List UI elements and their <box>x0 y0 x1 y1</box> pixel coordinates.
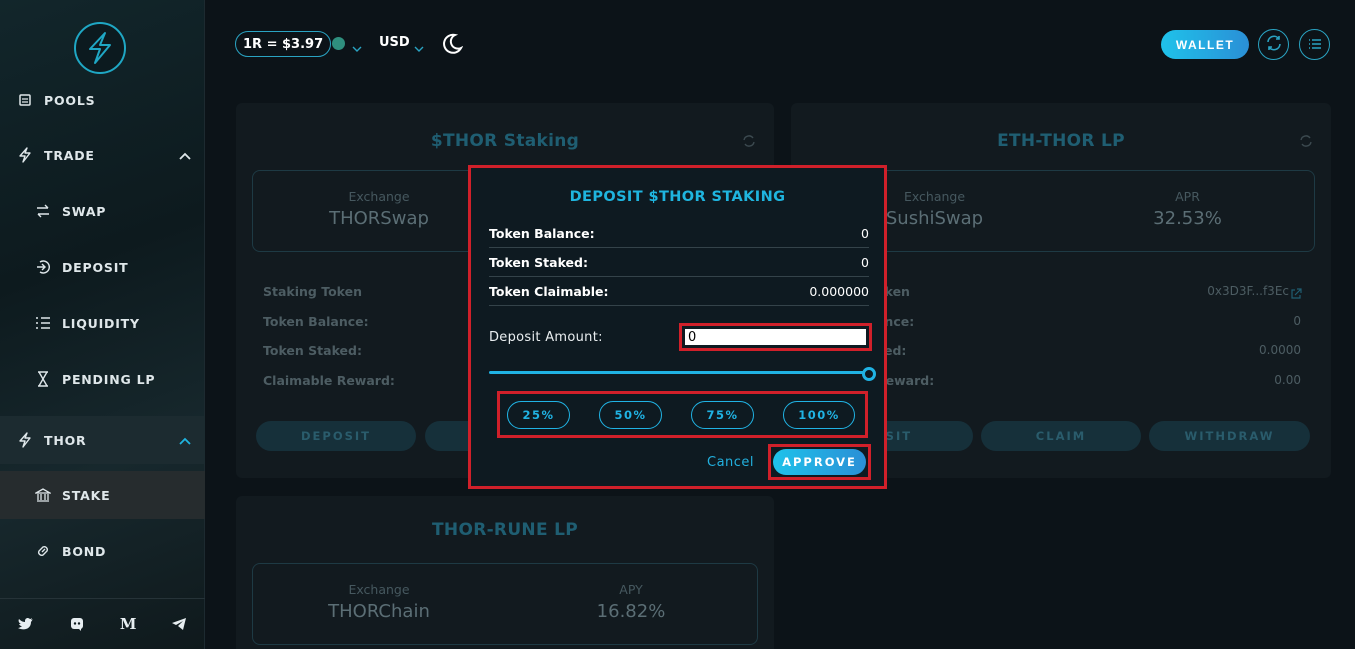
cancel-button[interactable]: Cancel <box>707 455 754 470</box>
lightning-icon <box>16 431 34 449</box>
deposit-slider-track[interactable] <box>489 371 867 374</box>
sidebar-item-deposit[interactable]: DEPOSIT <box>0 243 205 291</box>
row-value: 0 <box>1293 314 1301 328</box>
sidebar-item-label: LIQUIDITY <box>62 315 140 331</box>
medium-icon[interactable]: M <box>119 615 137 633</box>
row-label: Staking Token <box>263 284 363 299</box>
row-value: 0.0000 <box>1259 343 1301 357</box>
sidebar-item-label: STAKE <box>62 487 111 503</box>
exchange-label: Exchange <box>348 582 410 597</box>
card-title: THOR-RUNE LP <box>432 520 578 540</box>
chevron-up-icon <box>179 433 191 448</box>
lightning-icon <box>16 146 34 164</box>
modal-title: DEPOSIT $THOR STAKING <box>569 189 786 205</box>
sidebar-item-label: TRADE <box>44 147 95 163</box>
approve-highlight: APPROVE <box>768 444 871 480</box>
sidebar-item-pending-lp[interactable]: PENDING LP <box>0 355 205 403</box>
sidebar-item-label: POOLS <box>44 92 96 108</box>
swap-icon <box>34 202 52 220</box>
chevron-up-icon <box>179 148 191 163</box>
deposit-icon <box>34 258 52 276</box>
refresh-icon[interactable] <box>742 133 756 152</box>
sidebar-item-thor[interactable]: THOR <box>0 416 205 464</box>
external-link-icon[interactable] <box>1290 285 1302 304</box>
percent-100-button[interactable]: 100% <box>783 401 855 429</box>
social-links: M <box>0 598 205 649</box>
deposit-modal: DEPOSIT $THOR STAKING Token Balance: 0 T… <box>468 165 887 489</box>
refresh-button[interactable] <box>1258 29 1289 60</box>
row-label: Token Claimable: <box>489 283 609 299</box>
token-balance-row: Token Balance: 0 <box>489 219 869 248</box>
percent-75-button[interactable]: 75% <box>691 401 754 429</box>
rune-price-badge[interactable]: 1R = $3.97 <box>235 31 332 57</box>
deposit-amount-label: Deposit Amount: <box>489 330 603 345</box>
chevron-down-icon[interactable] <box>414 38 424 57</box>
apr-column: APR 32.53% <box>1061 189 1314 229</box>
row-value: 0.00 <box>1274 373 1301 387</box>
hourglass-icon <box>34 370 52 388</box>
row-value: 0.000000 <box>809 283 869 299</box>
apy-label: APY <box>619 582 643 597</box>
withdraw-button[interactable]: WITHDRAW <box>1149 421 1310 451</box>
sidebar-item-trade[interactable]: TRADE <box>0 131 205 179</box>
sidebar-item-label: THOR <box>44 432 87 448</box>
list-icon <box>34 314 52 332</box>
apy-column: APY 16.82% <box>505 582 757 622</box>
link-icon <box>34 542 52 560</box>
approve-button[interactable]: APPROVE <box>773 449 866 475</box>
apr-label: APR <box>1175 189 1200 204</box>
deposit-amount-highlight <box>679 323 872 351</box>
row-label: Token Balance: <box>489 225 595 241</box>
token-claimable-row: Token Claimable: 0.000000 <box>489 277 869 306</box>
menu-list-icon <box>1308 35 1322 54</box>
sidebar-item-liquidity[interactable]: LIQUIDITY <box>0 299 205 347</box>
telegram-icon[interactable] <box>170 615 188 633</box>
thor-rune-lp-card: THOR-RUNE LP Exchange THORChain APY 16.8… <box>236 496 774 649</box>
menu-button[interactable] <box>1299 29 1330 60</box>
network-status-dot[interactable] <box>332 37 345 50</box>
deposit-amount-input[interactable] <box>685 329 866 345</box>
currency-selector[interactable]: USD <box>379 35 410 50</box>
sidebar-item-swap[interactable]: SWAP <box>0 187 205 235</box>
wallet-button[interactable]: WALLET <box>1161 30 1249 59</box>
apr-value: 32.53% <box>1153 208 1222 229</box>
row-value: 0 <box>861 254 869 270</box>
percent-50-button[interactable]: 50% <box>599 401 662 429</box>
discord-icon[interactable] <box>68 615 86 633</box>
apy-value: 16.82% <box>596 601 666 622</box>
sidebar-item-bond[interactable]: BOND <box>0 527 205 575</box>
sidebar-item-label: SWAP <box>62 203 107 219</box>
exchange-column: Exchange THORChain <box>253 582 505 622</box>
twitter-icon[interactable] <box>17 615 35 633</box>
refresh-icon[interactable] <box>1299 133 1313 152</box>
sidebar-item-label: PENDING LP <box>62 371 156 387</box>
exchange-value: THORChain <box>328 601 430 622</box>
exchange-info-box: Exchange THORChain APY 16.82% <box>252 563 758 645</box>
percent-buttons-highlight: 25% 50% 75% 100% <box>497 391 868 438</box>
bank-icon <box>34 486 52 504</box>
deposit-slider-handle[interactable] <box>862 367 876 381</box>
sidebar-item-pools[interactable]: POOLS <box>0 76 205 124</box>
sidebar: POOLS TRADE SWAP DEPOSIT LIQUIDITY PENDI… <box>0 0 205 649</box>
sidebar-item-label: DEPOSIT <box>62 259 129 275</box>
row-label: Token Staked: <box>263 343 362 358</box>
claim-button[interactable]: CLAIM <box>981 421 1141 451</box>
token-address[interactable]: 0x3D3F...f3Ec <box>1207 284 1289 298</box>
row-label: Token Staked: <box>489 254 588 270</box>
row-value: 0 <box>861 225 869 241</box>
deposit-button[interactable]: DEPOSIT <box>256 421 416 451</box>
row-label: Token Balance: <box>263 314 369 329</box>
percent-25-button[interactable]: 25% <box>507 401 570 429</box>
card-title: ETH-THOR LP <box>997 131 1125 151</box>
moon-icon[interactable] <box>441 33 464 59</box>
sidebar-item-label: BOND <box>62 543 107 559</box>
refresh-icon <box>1265 34 1283 56</box>
card-title: $THOR Staking <box>430 131 580 151</box>
chevron-down-icon[interactable] <box>352 38 362 57</box>
pools-icon <box>16 91 34 109</box>
thorswap-logo[interactable] <box>74 22 126 74</box>
token-staked-row: Token Staked: 0 <box>489 248 869 277</box>
sidebar-item-stake[interactable]: STAKE <box>0 471 205 519</box>
row-label: Claimable Reward: <box>263 373 395 388</box>
